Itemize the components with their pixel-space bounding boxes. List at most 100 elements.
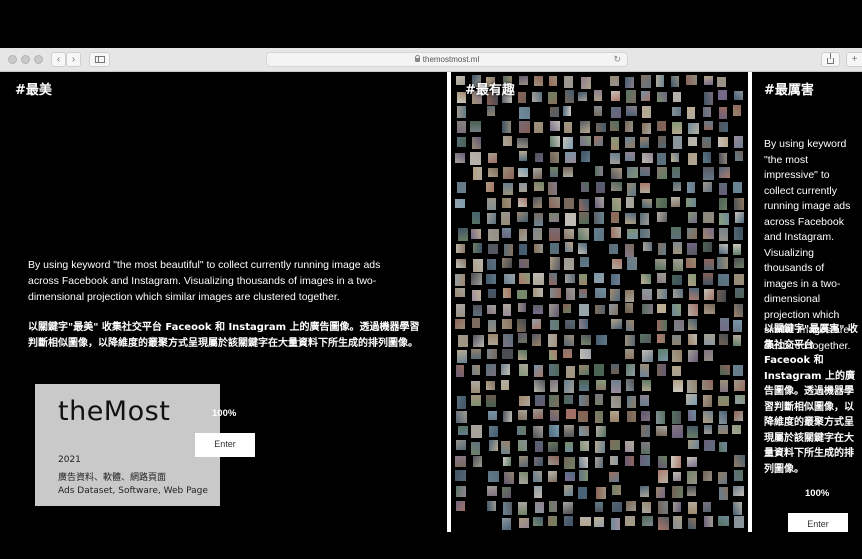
image-thumbnail <box>503 411 512 422</box>
image-thumbnail <box>548 76 557 86</box>
image-thumbnail <box>672 334 682 346</box>
image-thumbnail <box>549 121 560 132</box>
image-thumbnail <box>486 181 495 192</box>
image-thumbnail <box>673 319 684 332</box>
image-thumbnail <box>502 487 512 498</box>
image-thumbnail <box>640 333 651 344</box>
image-thumbnail <box>609 411 620 422</box>
image-thumbnail <box>624 441 635 452</box>
image-thumbnail <box>657 516 669 530</box>
image-thumbnail <box>704 439 715 451</box>
panel-most-impressive[interactable]: #最厲害 By using keyword "the most impressi… <box>752 72 862 532</box>
image-thumbnail <box>501 198 511 209</box>
image-thumbnail <box>563 380 575 394</box>
image-thumbnail <box>656 319 668 332</box>
image-thumbnail <box>502 135 513 146</box>
image-thumbnail <box>703 121 713 131</box>
image-thumbnail <box>471 318 480 328</box>
image-thumbnail <box>609 471 619 482</box>
image-thumbnail <box>549 379 558 392</box>
image-thumbnail <box>472 289 482 301</box>
image-thumbnail <box>657 273 667 283</box>
image-thumbnail <box>487 349 498 359</box>
minimize-window-button[interactable] <box>21 55 30 64</box>
image-thumbnail <box>503 274 515 285</box>
image-thumbnail <box>717 424 729 434</box>
image-thumbnail <box>519 272 530 284</box>
image-thumbnail <box>534 121 544 133</box>
image-thumbnail <box>485 380 495 391</box>
image-thumbnail <box>501 211 511 225</box>
enter-button[interactable]: Enter <box>195 433 255 457</box>
image-thumbnail <box>471 365 481 376</box>
image-thumbnail <box>581 151 590 163</box>
image-thumbnail <box>532 288 544 298</box>
image-thumbnail <box>595 287 606 299</box>
panel-most-interesting[interactable]: #最有趣 <box>451 72 748 532</box>
image-thumbnail <box>564 335 575 347</box>
image-thumbnail <box>581 335 592 346</box>
sidebar-toggle-button[interactable] <box>89 52 110 67</box>
image-thumbnail <box>470 151 482 165</box>
image-thumbnail <box>564 198 574 210</box>
image-thumbnail <box>673 288 684 299</box>
image-thumbnail <box>457 228 468 241</box>
close-window-button[interactable] <box>8 55 17 64</box>
image-thumbnail <box>488 334 498 346</box>
image-thumbnail <box>611 364 620 375</box>
new-tab-button[interactable]: + <box>846 52 862 67</box>
panel-most-beautiful[interactable]: #最美 By using keyword "the most beautiful… <box>3 72 447 532</box>
image-thumbnail <box>596 334 607 345</box>
image-thumbnail <box>702 137 711 148</box>
image-thumbnail <box>532 426 543 439</box>
image-thumbnail <box>688 303 698 317</box>
image-thumbnail <box>455 470 466 481</box>
image-thumbnail <box>688 136 698 146</box>
image-thumbnail <box>472 456 482 468</box>
image-thumbnail <box>672 425 684 439</box>
forward-button[interactable]: › <box>66 52 81 67</box>
image-thumbnail <box>672 181 682 192</box>
image-thumbnail <box>548 364 559 377</box>
image-thumbnail <box>688 122 699 135</box>
image-thumbnail <box>718 333 729 346</box>
image-thumbnail <box>703 350 714 361</box>
url-text: themostmost.ml <box>422 55 480 64</box>
image-thumbnail <box>717 471 727 484</box>
image-thumbnail <box>518 75 528 86</box>
image-thumbnail <box>640 364 649 377</box>
card-categories-en: Ads Dataset, Software, Web Page <box>58 486 208 496</box>
image-thumbnail <box>550 106 560 117</box>
image-thumbnail <box>578 486 588 500</box>
image-thumbnail <box>640 455 650 466</box>
image-thumbnail <box>719 228 728 241</box>
image-thumbnail <box>702 107 712 118</box>
reload-icon[interactable]: ↻ <box>613 53 621 66</box>
image-thumbnail <box>733 90 744 100</box>
image-thumbnail <box>673 242 683 254</box>
image-thumbnail <box>564 242 573 253</box>
image-thumbnail <box>564 257 574 271</box>
image-thumbnail <box>519 395 530 407</box>
image-thumbnail <box>640 75 651 88</box>
enter-button[interactable]: Enter <box>788 513 848 532</box>
image-thumbnail <box>502 182 513 196</box>
image-thumbnail <box>733 485 744 497</box>
image-thumbnail <box>642 515 653 527</box>
image-thumbnail <box>533 364 544 377</box>
plus-icon: + <box>851 54 858 65</box>
share-button[interactable] <box>821 52 840 67</box>
back-button[interactable]: ‹ <box>51 52 66 67</box>
loading-progress: 100% <box>805 488 830 499</box>
image-thumbnail <box>626 364 636 377</box>
image-thumbnail <box>503 303 512 317</box>
zoom-window-button[interactable] <box>34 55 43 64</box>
image-thumbnail <box>472 304 482 316</box>
image-thumbnail <box>533 213 544 227</box>
image-thumbnail <box>578 227 590 240</box>
image-thumbnail <box>657 364 667 377</box>
image-thumbnail <box>502 349 513 360</box>
image-thumbnail <box>703 471 713 482</box>
image-thumbnail <box>610 137 619 150</box>
address-bar[interactable]: themostmost.ml ↻ <box>266 52 628 67</box>
